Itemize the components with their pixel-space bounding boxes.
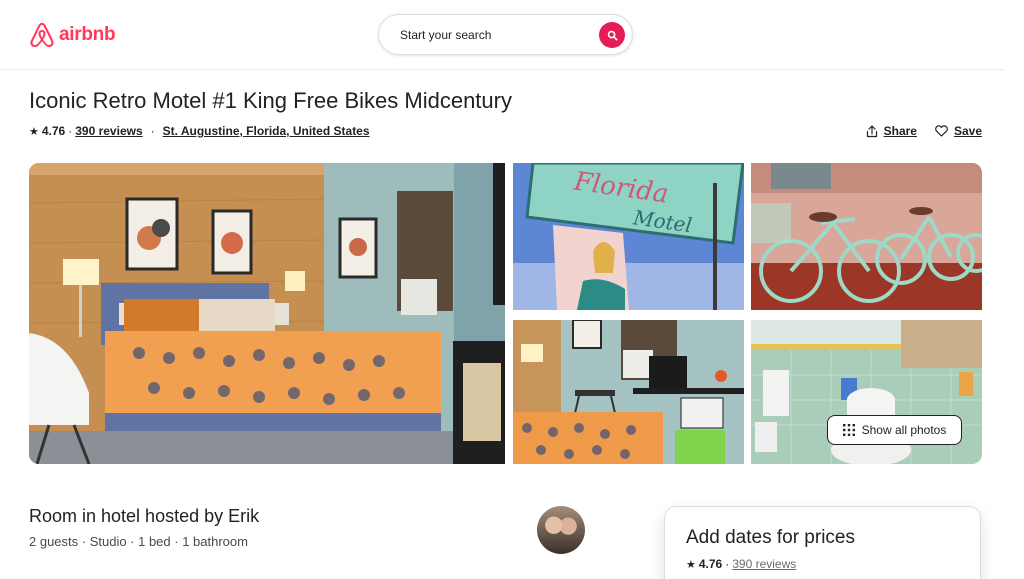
search-icon	[607, 30, 617, 40]
bicycles-illustration	[751, 163, 982, 310]
search-placeholder: Start your search	[400, 27, 492, 42]
photo-bicycles[interactable]	[751, 163, 982, 310]
photo-room-desk[interactable]	[513, 320, 744, 464]
save-label: Save	[953, 124, 982, 138]
heart-icon	[935, 125, 948, 137]
logo-text: airbnb	[59, 24, 116, 45]
top-header: airbnb Start your search	[0, 0, 1004, 70]
star-icon: ★	[686, 558, 696, 571]
show-all-photos-label: Show all photos	[861, 423, 947, 437]
separator: ·	[725, 557, 730, 571]
reviews-link[interactable]: 390 reviews	[75, 124, 142, 138]
airbnb-logo-icon	[30, 22, 54, 48]
star-icon: ★	[29, 125, 39, 138]
location-link[interactable]: St. Augustine, Florida, United States	[163, 124, 370, 138]
listing-meta: ★ 4.76 · 390 reviews · St. Augustine, Fl…	[29, 124, 370, 138]
search-bar[interactable]: Start your search	[378, 14, 633, 55]
photo-gallery: Florida Motel Show all photos	[29, 163, 982, 464]
share-label: Share	[883, 124, 917, 138]
host-title: Room in hotel hosted by Erik	[29, 506, 260, 526]
airbnb-logo[interactable]: airbnb	[29, 21, 116, 49]
room-desk-illustration	[513, 320, 744, 464]
separator: ·	[150, 124, 155, 138]
photo-motel-sign[interactable]: Florida Motel	[513, 163, 744, 310]
booking-reviews-link[interactable]: 390 reviews	[732, 557, 796, 571]
host-avatar[interactable]	[537, 506, 585, 554]
grid-icon	[842, 424, 855, 436]
booking-card: Add dates for prices ★ 4.76 · 390 review…	[664, 506, 981, 579]
motel-sign-illustration: Florida Motel	[513, 163, 744, 310]
booking-rating: 4.76	[698, 557, 723, 571]
listing-actions: Share Save	[866, 124, 982, 138]
separator: ·	[68, 124, 73, 138]
search-button[interactable]	[599, 22, 625, 48]
show-all-photos-button[interactable]: Show all photos	[827, 415, 962, 445]
listing-details: 2 guests · Studio · 1 bed · 1 bathroom	[29, 534, 248, 549]
photo-bedroom[interactable]	[29, 163, 505, 464]
booking-meta: ★ 4.76 · 390 reviews	[686, 557, 959, 571]
share-button[interactable]: Share	[866, 124, 917, 138]
bedroom-illustration	[29, 163, 505, 464]
share-icon	[866, 124, 877, 137]
listing-title: Iconic Retro Motel #1 King Free Bikes Mi…	[29, 88, 512, 113]
rating-value: 4.76	[41, 124, 66, 138]
booking-title: Add dates for prices	[686, 527, 855, 548]
save-button[interactable]: Save	[935, 124, 982, 138]
